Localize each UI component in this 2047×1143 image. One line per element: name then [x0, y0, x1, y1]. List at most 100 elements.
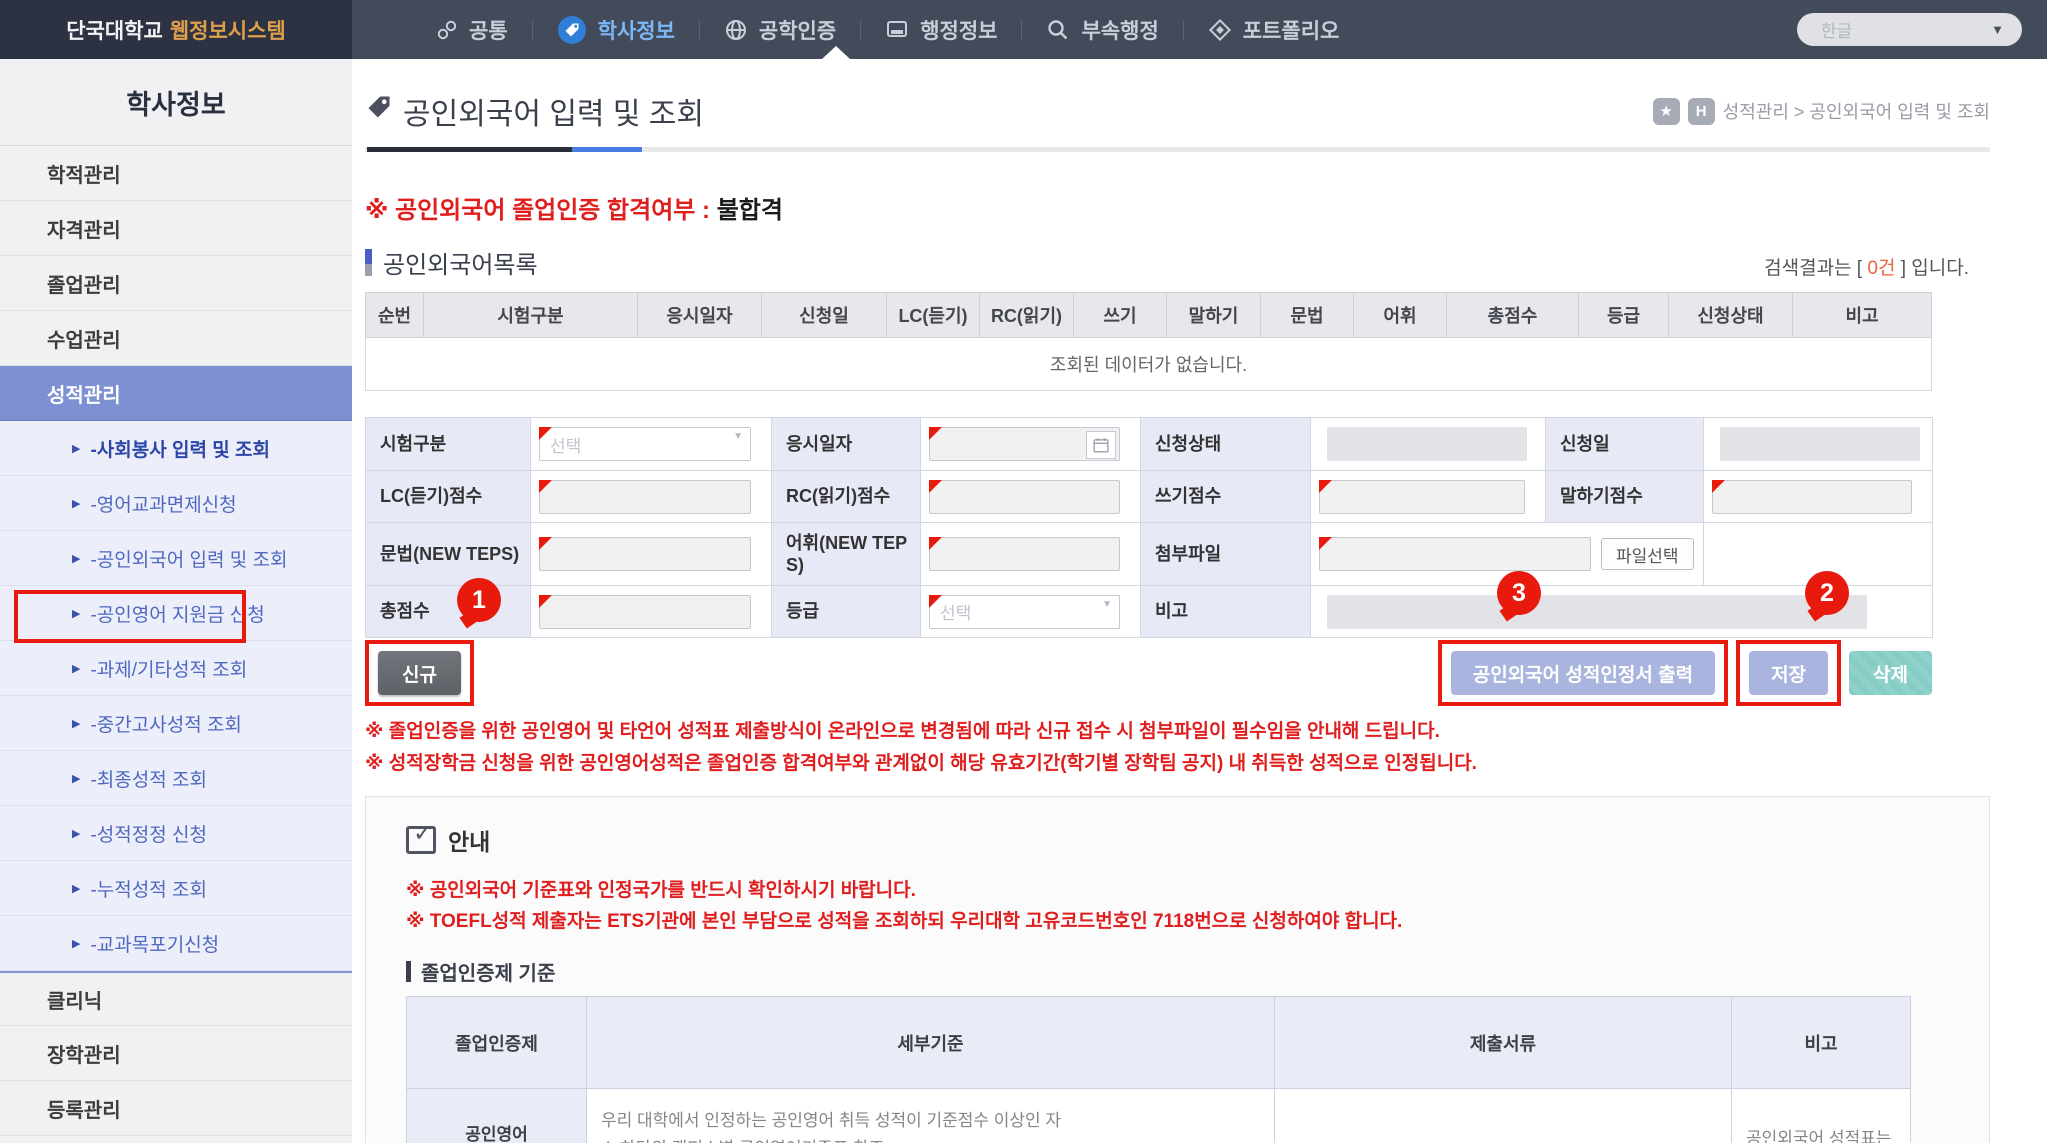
notice-line: ※ 졸업인증을 위한 공인영어 및 타언어 성적표 제출방식이 온라인으로 변경… [365, 716, 1932, 748]
criteria-row-label: 공인영어 [407, 1089, 587, 1143]
attachment-input[interactable] [1319, 537, 1591, 571]
submenu-arrow-icon: ▶ [72, 882, 80, 895]
sidebar-item-social-service[interactable]: ▶-사회봉사 입력 및 조회 [0, 421, 352, 476]
sidebar-item-english-subsidy[interactable]: ▶-공인영어 지원금 신청 [0, 586, 352, 641]
empty-row-message: 조회된 데이터가 없습니다. [366, 338, 1932, 391]
remark-label: 비고 [1141, 586, 1311, 638]
sidebar: 학사정보 학적관리 자격관리 졸업관리 수업관리 성적관리 ▶-사회봉사 입력 … [0, 59, 353, 1143]
sidebar-item-qualification[interactable]: 자격관리 [0, 201, 352, 256]
favorite-star-icon[interactable]: ★ [1653, 98, 1680, 125]
attachment-label: 첨부파일 [1141, 523, 1311, 586]
sidebar-item-final-grades[interactable]: ▶-최종성적 조회 [0, 751, 352, 806]
guide-title: ✓ 안내 [406, 823, 1949, 857]
nav-portfolio[interactable]: 포트폴리오 [1184, 15, 1364, 45]
globe-icon [724, 18, 748, 42]
exam-date-input[interactable] [929, 427, 1120, 461]
submenu-arrow-icon: ▶ [72, 607, 80, 620]
col-header: 세부기준 [587, 997, 1275, 1089]
breadcrumb: ★ H 성적관리 > 공인외국어 입력 및 조회 [1653, 98, 1990, 125]
app-logo[interactable]: 단국대학교 웹정보시스템 [0, 0, 352, 59]
col-header: 신청일 [762, 293, 887, 338]
monitor-icon [885, 18, 909, 42]
nav-engineering-cert[interactable]: 공학인증 [700, 15, 860, 45]
grammar-score-label: 문법(NEW TEPS) [366, 523, 531, 586]
sidebar-item-assignment-other-grades[interactable]: ▶-과제/기타성적 조회 [0, 641, 352, 696]
speaking-score-input[interactable] [1712, 480, 1912, 514]
diamond-icon [1208, 18, 1232, 42]
col-header: 졸업인증제 [407, 997, 587, 1089]
tag-icon [557, 15, 587, 45]
lc-score-input[interactable] [539, 480, 751, 514]
rc-score-input[interactable] [929, 480, 1120, 514]
exam-type-label: 시험구분 [366, 418, 531, 471]
sidebar-item-cumulative-grades[interactable]: ▶-누적성적 조회 [0, 861, 352, 916]
nav-academic-info[interactable]: 학사정보 [533, 15, 699, 45]
lc-score-label: LC(듣기)점수 [366, 471, 531, 523]
save-button[interactable]: 저장 [1749, 651, 1828, 695]
nav-common[interactable]: 공통 [412, 15, 532, 45]
col-header: 어휘 [1354, 293, 1447, 338]
criteria-header-row: 졸업인증제 세부기준 제출서류 비고 [407, 997, 1911, 1089]
speaking-score-label: 말하기점수 [1546, 471, 1704, 523]
table-row: 공인영어 우리 대학에서 인정하는 공인영어 취득 성적이 기준점수 이상인 자… [407, 1089, 1911, 1143]
annotation-balloon-3: 3 [1497, 571, 1541, 615]
nav-admin-info[interactable]: 행정정보 [861, 15, 1021, 45]
request-status-label: 신청상태 [1141, 418, 1311, 471]
col-header: 제출서류 [1275, 997, 1732, 1089]
sidebar-item-grade-correction[interactable]: ▶-성적정정 신청 [0, 806, 352, 861]
delete-button[interactable]: 삭제 [1849, 651, 1932, 695]
nav-portfolio-label: 포트폴리오 [1243, 15, 1340, 45]
total-score-input[interactable] [539, 595, 751, 629]
action-button-row: 신규 공인외국어 성적인정서 출력 저장 삭제 [365, 638, 1932, 708]
sidebar-item-scholarship[interactable]: 장학관리 [0, 1026, 352, 1081]
required-documents: ① 공인외국어 입력 및 조회->신규 접수 및 공인외국어 성적 첨부 ② 제… [1275, 1089, 1732, 1143]
guide-notice-line: ※ 공인외국어 기준표와 인정국가를 반드시 확인하시기 바랍니다. [406, 875, 1949, 906]
sidebar-item-academic-records[interactable]: 학적관리 [0, 146, 352, 201]
checkbox-check-icon: ✓ [406, 826, 436, 854]
submenu-arrow-icon: ▶ [72, 717, 80, 730]
file-select-button[interactable]: 파일선택 [1601, 538, 1694, 570]
home-icon[interactable]: H [1688, 98, 1715, 125]
col-header: 말하기 [1167, 293, 1261, 338]
sidebar-item-grades[interactable]: 성적관리 [0, 366, 352, 421]
nav-affiliated-admin-label: 부속행정 [1081, 15, 1158, 45]
annotation-box-new-button: 신규 [365, 640, 474, 706]
exam-type-select[interactable]: 선택▼ [539, 427, 751, 461]
calendar-icon[interactable] [1086, 431, 1116, 459]
sidebar-item-course-withdrawal[interactable]: ▶-교과목포기신청 [0, 916, 352, 971]
top-navigation: 공통 학사정보 공학인증 행정정보 [412, 0, 1363, 59]
title-underline [365, 147, 1990, 152]
grade-select[interactable]: 선택▼ [929, 595, 1120, 629]
topbar: 단국대학교 웹정보시스템 공통 학사정보 공학인 [0, 0, 2047, 59]
sidebar-item-clinic[interactable]: 클리닉 [0, 971, 352, 1026]
search-result-count: 검색결과는 [ 0건 ] 입니다. [1764, 253, 1969, 280]
sidebar-item-graduation[interactable]: 졸업관리 [0, 256, 352, 311]
submenu-arrow-icon: ▶ [72, 662, 80, 675]
new-button[interactable]: 신규 [378, 651, 461, 695]
remark-field [1327, 595, 1867, 629]
writing-score-input[interactable] [1319, 480, 1525, 514]
col-header: 등급 [1579, 293, 1669, 338]
sidebar-item-course[interactable]: 수업관리 [0, 311, 352, 366]
col-header: 비고 [1732, 997, 1911, 1089]
nav-affiliated-admin[interactable]: 부속행정 [1022, 15, 1182, 45]
guide-notice-line: ※ TOEFL성적 제출자는 ETS기관에 본인 부담으로 성적을 조회하되 우… [406, 906, 1949, 937]
sidebar-item-english-exemption[interactable]: ▶-영어교과면제신청 [0, 476, 352, 531]
col-header: 신청상태 [1669, 293, 1793, 338]
sidebar-item-certified-foreign-language[interactable]: ▶-공인외국어 입력 및 조회 [0, 531, 352, 586]
print-certificate-button[interactable]: 공인외국어 성적인정서 출력 [1451, 651, 1715, 695]
page-title: 공인외국어 입력 및 조회 [365, 89, 704, 133]
col-header: 문법 [1261, 293, 1354, 338]
annotation-box-print-button: 공인외국어 성적인정서 출력 [1438, 640, 1728, 706]
col-header: 비고 [1793, 293, 1932, 338]
language-selector[interactable]: 한글 ▼ [1797, 13, 2022, 46]
sidebar-item-registration[interactable]: 등록관리 [0, 1081, 352, 1136]
sidebar-item-midterm-grades[interactable]: ▶-중간고사성적 조회 [0, 696, 352, 751]
title-underline-blue [572, 147, 642, 152]
foreign-language-list-table: 순번 시험구분 응시일자 신청일 LC(듣기) RC(읽기) 쓰기 말하기 문법… [365, 292, 1932, 391]
vocabulary-score-input[interactable] [929, 537, 1120, 571]
notice-line: ※ 성적장학금 신청을 위한 공인영어성적은 졸업인증 합격여부와 관계없이 해… [365, 748, 1932, 780]
select-caret-icon: ▼ [733, 431, 743, 442]
grammar-score-input[interactable] [539, 537, 751, 571]
request-date-label: 신청일 [1546, 418, 1704, 471]
